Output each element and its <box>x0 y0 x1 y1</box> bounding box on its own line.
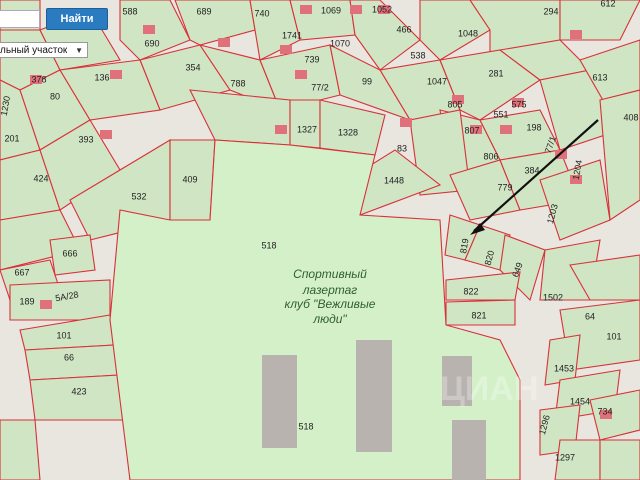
plot-number: 101 <box>56 330 71 340</box>
search-button[interactable]: Найти <box>46 8 108 30</box>
plot-number: 1069 <box>321 5 341 15</box>
plot-number: 408 <box>623 112 638 122</box>
plot-number: 788 <box>230 78 245 88</box>
park-label-line: клуб "Вежливые <box>285 297 376 311</box>
land-plot <box>24 344 121 381</box>
plot-number: 198 <box>526 122 541 132</box>
plot-number: 64 <box>585 311 595 321</box>
plot-number: 518 <box>261 240 276 250</box>
building-icon <box>280 45 292 54</box>
plot-number: 201 <box>4 133 19 143</box>
building-icon <box>295 70 307 79</box>
plot-number: 99 <box>362 76 372 86</box>
plot-number: 393 <box>78 134 93 144</box>
plot-number: 805 <box>447 99 462 109</box>
search-input[interactable] <box>0 10 40 28</box>
plot-number: 1327 <box>297 124 317 134</box>
plot-number: 1328 <box>338 127 358 137</box>
plot-number: 424 <box>33 173 48 183</box>
park-label-line: люди" <box>312 312 347 326</box>
plot-number: 666 <box>62 248 77 258</box>
land-plot <box>599 439 640 480</box>
plot-number: 588 <box>122 6 137 16</box>
plot-number: 1297 <box>555 452 575 462</box>
park-label-line: Спортивный <box>293 267 367 281</box>
plot-number: 612 <box>600 0 615 8</box>
plot-number: 575 <box>511 99 526 109</box>
plot-number: 189 <box>19 296 34 306</box>
park-label-line: лазертаг <box>302 283 358 297</box>
plot-number: 423 <box>71 386 86 396</box>
plot-number: 466 <box>396 24 411 34</box>
plot-number: 532 <box>131 191 146 201</box>
building-icon <box>570 30 582 39</box>
plot-number: 354 <box>185 62 200 72</box>
cadastral-map[interactable]: Спортивный лазертаг клуб "Вежливые люди" 58… <box>0 0 640 480</box>
building-icon <box>262 355 297 448</box>
plot-number: 136 <box>94 72 109 82</box>
plot-number: 807 <box>464 125 479 135</box>
plot-number: 689 <box>196 6 211 16</box>
plot-number: 740 <box>254 8 269 18</box>
plot-number: 538 <box>410 50 425 60</box>
watermark: ЦИАН <box>440 370 538 408</box>
plot-number: 779 <box>497 182 512 192</box>
plot-number: 613 <box>592 72 607 82</box>
building-icon <box>400 118 412 127</box>
land-plot <box>0 419 41 480</box>
plot-number: 1047 <box>427 76 447 86</box>
plot-number: 806 <box>483 151 498 161</box>
building-icon <box>218 38 230 47</box>
plot-number: 690 <box>144 38 159 48</box>
plot-number: 80 <box>50 91 60 101</box>
building-icon <box>300 5 312 14</box>
search-bar: Найти <box>0 8 108 30</box>
building-icon <box>143 25 155 34</box>
plot-number: 1048 <box>458 28 478 38</box>
building-icon <box>452 420 486 480</box>
building-icon <box>40 300 52 309</box>
plot-number: 667 <box>14 267 29 277</box>
plot-number: 1502 <box>543 292 563 302</box>
plot-number: 821 <box>471 310 486 320</box>
building-icon <box>350 5 362 14</box>
plot-number: 822 <box>463 286 478 296</box>
plot-number: 101 <box>606 331 621 341</box>
plot-number: 1052 <box>372 4 392 14</box>
plot-number: 734 <box>597 406 612 416</box>
building-icon <box>110 70 122 79</box>
plot-number: 1070 <box>330 38 350 48</box>
plot-number: 1741 <box>282 30 302 40</box>
building-icon <box>275 125 287 134</box>
land-plot <box>29 374 126 421</box>
plot-number: 66 <box>64 352 74 362</box>
plot-number: 281 <box>488 68 503 78</box>
plot-number: 739 <box>304 54 319 64</box>
chevron-down-icon: ▼ <box>75 45 83 55</box>
plot-number: 409 <box>182 174 197 184</box>
plot-number: 518 <box>298 421 313 431</box>
plot-number: 83 <box>397 143 407 153</box>
plot-number: 378 <box>31 74 46 84</box>
building-icon <box>500 125 512 134</box>
plot-number: 1453 <box>554 363 574 373</box>
plot-number: 1454 <box>570 396 590 406</box>
watermark-text: ЦИАН <box>440 370 538 408</box>
plot-number: 77/2 <box>311 82 329 92</box>
building-icon <box>100 130 112 139</box>
plot-number: 1448 <box>384 175 404 185</box>
object-type-select[interactable]: льный участок ▼ <box>0 42 88 58</box>
object-type-value: льный участок <box>0 44 68 56</box>
building-icon <box>356 340 392 452</box>
plot-number: 551 <box>493 109 508 119</box>
plot-number: 294 <box>543 6 558 16</box>
